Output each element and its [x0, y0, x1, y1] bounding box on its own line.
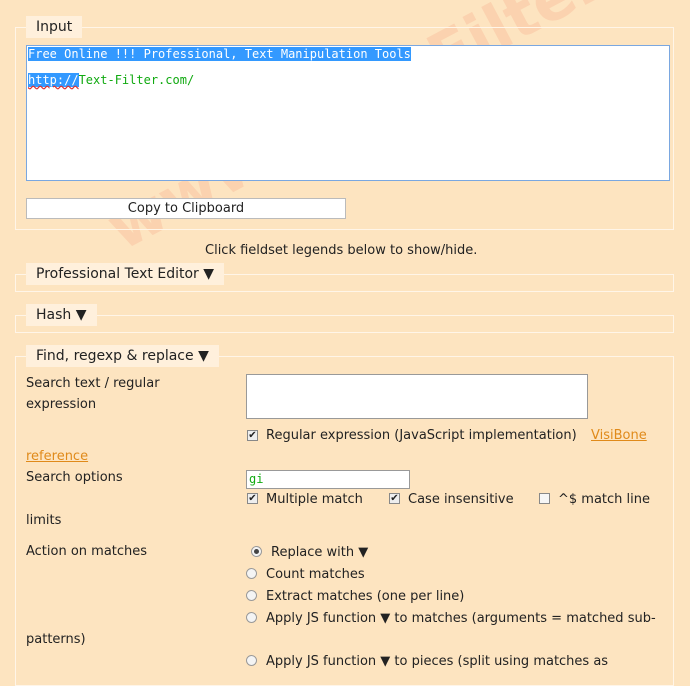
reference-link[interactable]: reference: [26, 449, 88, 464]
search-text-input[interactable]: [246, 374, 588, 419]
copy-to-clipboard-button[interactable]: Copy to Clipboard: [26, 198, 346, 219]
search-options-input[interactable]: gi: [246, 470, 410, 489]
input-legend[interactable]: Input: [26, 16, 83, 38]
search-options-label: Search options: [26, 470, 123, 485]
hash-legend[interactable]: Hash ▼: [26, 304, 97, 326]
case-insensitive-label: Case insensitive: [408, 492, 514, 507]
apply-js-matches-label-1: Apply JS function ▼ to matches (argument…: [266, 611, 656, 626]
apply-js-matches-radio[interactable]: [246, 612, 257, 623]
replace-with-label[interactable]: Replace with ▼: [271, 545, 368, 560]
line-limits-label-1: ^$ match line: [558, 492, 651, 507]
regex-checkbox[interactable]: ✔: [247, 430, 258, 441]
apply-js-matches-label-2: patterns): [26, 632, 86, 647]
show-hide-hint: Click fieldset legends below to show/hid…: [205, 243, 478, 258]
regex-checkbox-label: Regular expression (JavaScript implement…: [266, 428, 577, 443]
count-matches-radio[interactable]: [246, 568, 257, 579]
search-text-label-1: Search text / regular: [26, 376, 160, 391]
multiple-match-label: Multiple match: [266, 492, 363, 507]
extract-matches-label: Extract matches (one per line): [266, 589, 465, 604]
line-limits-checkbox[interactable]: [539, 493, 550, 504]
visibone-link[interactable]: VisiBone: [591, 428, 647, 443]
replace-with-radio[interactable]: [251, 546, 262, 557]
line-limits-label-2: limits: [26, 513, 62, 528]
multiple-match-checkbox[interactable]: ✔: [247, 493, 258, 504]
find-legend[interactable]: Find, regexp & replace ▼: [26, 345, 219, 367]
apply-js-pieces-radio[interactable]: [246, 655, 257, 666]
case-insensitive-checkbox[interactable]: ✔: [389, 493, 400, 504]
hash-fieldset: [15, 315, 674, 333]
count-matches-label: Count matches: [266, 567, 365, 582]
apply-js-pieces-label: Apply JS function ▼ to pieces (split usi…: [266, 654, 609, 669]
action-on-matches-label: Action on matches: [26, 544, 148, 559]
editor-legend[interactable]: Professional Text Editor ▼: [26, 263, 225, 285]
input-line-1: Free Online !!! Professional, Text Manip…: [28, 47, 411, 61]
search-text-label-2: expression: [26, 397, 97, 412]
input-line-2-rest: Text-Filter.com/: [78, 73, 195, 87]
input-text: Free Online !!! Professional, Text Manip…: [28, 47, 411, 88]
input-line-2-selected: http://: [28, 73, 79, 87]
extract-matches-radio[interactable]: [246, 590, 257, 601]
